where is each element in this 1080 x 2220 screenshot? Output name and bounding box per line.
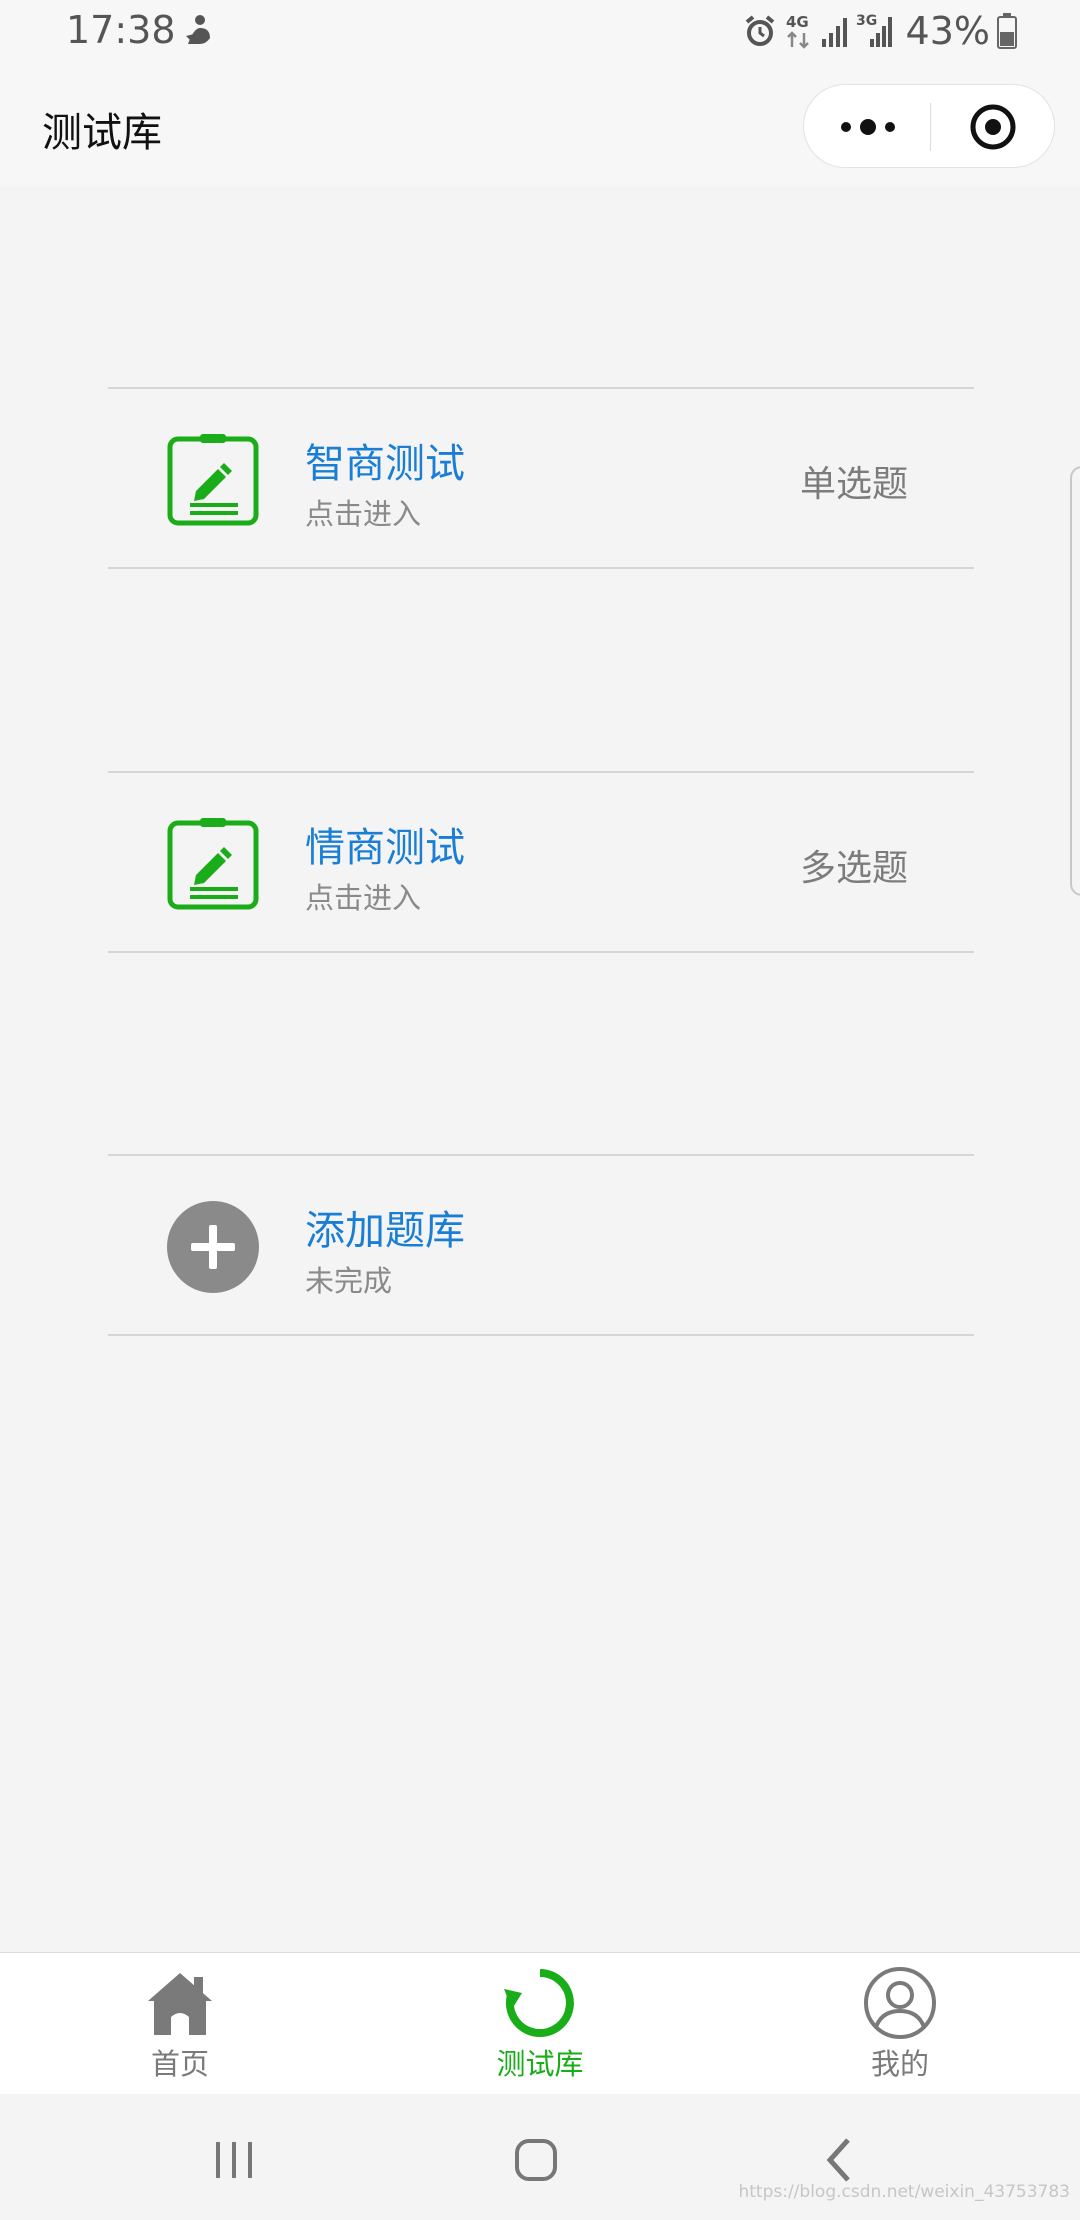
- 4g-data-icon: 4G: [786, 13, 809, 49]
- card-subtitle: 未完成: [305, 1264, 393, 1298]
- card-subtitle: 点击进入: [305, 497, 422, 531]
- test-card-iq[interactable]: 智商测试 点击进入 单选题: [108, 387, 974, 569]
- card-title: 智商测试: [305, 441, 465, 487]
- refresh-icon: [504, 1969, 574, 2037]
- status-icons: 4G 3G 43%: [742, 8, 1018, 54]
- battery-percent: 43%: [905, 9, 990, 53]
- question-type-tag: 单选题: [799, 464, 908, 505]
- more-button[interactable]: [804, 85, 930, 169]
- mini-program-capsule: [803, 84, 1055, 168]
- battery-icon: [997, 13, 1017, 49]
- add-question-bank-card[interactable]: 添加题库 未完成: [108, 1154, 974, 1336]
- close-button[interactable]: [931, 85, 1056, 169]
- more-dots-icon: [841, 119, 895, 135]
- signal-icon: [821, 18, 847, 47]
- tab-label: 我的: [870, 2047, 929, 2081]
- screen: 17:38 4G 3G 43% 测试库 智商测试 点击进入 单选题 情商测试 点…: [0, 0, 1080, 2220]
- test-card-eq[interactable]: 情商测试 点击进入 多选题: [108, 771, 974, 953]
- tab-test-library[interactable]: 测试库: [440, 1953, 640, 2095]
- tab-label: 首页: [150, 2047, 209, 2081]
- plus-circle-icon: [167, 1201, 259, 1293]
- card-title: 情商测试: [305, 825, 465, 871]
- tab-home[interactable]: 首页: [80, 1953, 280, 2095]
- tab-label: 测试库: [496, 2047, 584, 2081]
- card-title: 添加题库: [305, 1208, 465, 1254]
- card-subtitle: 点击进入: [305, 881, 422, 915]
- question-type-tag: 多选题: [799, 848, 908, 889]
- svg-text:4G: 4G: [786, 13, 809, 31]
- nav-header: 测试库: [0, 62, 1080, 186]
- watermark: https://blog.csdn.net/weixin_43753783: [738, 2182, 1070, 2202]
- clipboard-edit-icon: [167, 818, 259, 910]
- user-icon: [864, 1967, 936, 2039]
- alarm-icon: [745, 15, 774, 46]
- tab-mine[interactable]: 我的: [800, 1953, 1000, 2095]
- clipboard-edit-icon: [167, 434, 259, 526]
- home-icon: [148, 1973, 212, 2035]
- recent-apps-icon[interactable]: [194, 2120, 274, 2200]
- target-circle-icon: [970, 104, 1016, 150]
- system-nav-bar: https://blog.csdn.net/weixin_43753783: [0, 2094, 1080, 2220]
- edge-swipe-handle[interactable]: [1070, 466, 1080, 896]
- 3g-signal-icon: 3G: [856, 13, 892, 47]
- app-notification-icon: [186, 15, 210, 44]
- svg-text:3G: 3G: [856, 13, 877, 29]
- page-title: 测试库: [42, 110, 162, 156]
- status-time: 17:38: [66, 8, 176, 52]
- tab-bar: 首页 测试库 我的: [0, 1952, 1080, 2094]
- status-bar: 17:38 4G 3G 43%: [0, 0, 1080, 62]
- home-nav-icon[interactable]: [496, 2120, 576, 2200]
